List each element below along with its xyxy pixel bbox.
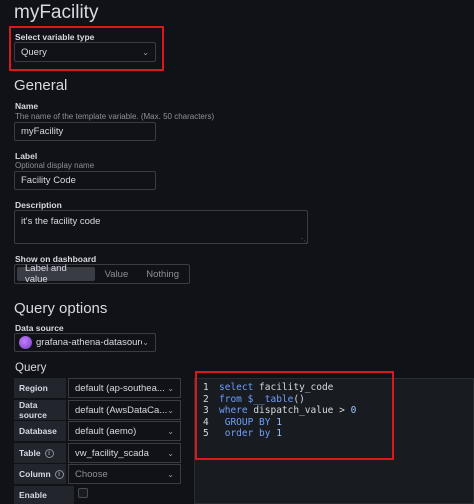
name-description: The name of the template variable. (Max.… [15, 112, 215, 121]
table-select[interactable]: vw_facility_scada ⌄ [68, 443, 181, 463]
athena-datasource-icon [19, 336, 32, 349]
column-placeholder: Choose [75, 468, 108, 480]
catalog-select[interactable]: default (AwsDataCa... ⌄ [68, 400, 181, 420]
database-value: default (aemo) [75, 425, 137, 437]
radio-label-and-value[interactable]: Label and value [17, 263, 95, 285]
database-label: Database [14, 421, 66, 441]
name-input[interactable]: myFacility [14, 122, 156, 141]
chevron-down-icon: ⌄ [167, 448, 174, 458]
info-icon[interactable]: i [44, 448, 54, 458]
region-value: default (ap-southea... [75, 382, 165, 394]
resize-handle-icon[interactable]: ⋱ [301, 237, 308, 245]
name-label: Name [15, 101, 39, 111]
description-label: Description [15, 200, 62, 210]
show-on-dashboard-radio-group: Label and value Value Nothing [14, 263, 190, 285]
database-select[interactable]: default (aemo) ⌄ [68, 421, 181, 441]
chevron-down-icon: ⌄ [167, 383, 174, 393]
query-options-heading: Query options [14, 300, 108, 317]
radio-nothing[interactable]: Nothing [138, 267, 187, 281]
page-title: myFacility [14, 2, 99, 23]
catalog-value: default (AwsDataCa... [75, 404, 168, 416]
general-heading: General [14, 77, 68, 94]
label-input[interactable]: Facility Code [14, 171, 156, 190]
table-value: vw_facility_scada [75, 447, 149, 459]
variable-type-label: Select variable type [15, 32, 95, 42]
label-field-label: Label [15, 151, 38, 161]
data-source-value: grafana-athena-datasource [36, 337, 143, 348]
radio-value[interactable]: Value [97, 267, 137, 281]
region-label: Region [14, 378, 66, 398]
description-textarea[interactable]: it's the facility code [14, 210, 308, 244]
table-label: Table i [14, 443, 66, 463]
variable-type-value: Query [21, 46, 47, 58]
column-select[interactable]: Choose ⌄ [68, 464, 181, 484]
code-highlight [195, 371, 394, 460]
enable-checkbox[interactable] [78, 488, 88, 498]
data-source-select[interactable]: grafana-athena-datasource ⌄ [14, 333, 156, 352]
description-value: it's the facility code [21, 216, 101, 227]
table-label-text: Table [19, 448, 41, 458]
chevron-down-icon: ⌄ [167, 405, 174, 415]
region-select[interactable]: default (ap-southea... ⌄ [68, 378, 181, 398]
column-label-text: Column [19, 469, 51, 479]
enable-label: Enable [14, 486, 74, 504]
chevron-down-icon: ⌄ [167, 469, 174, 479]
chevron-down-icon: ⌄ [142, 47, 149, 57]
chevron-down-icon: ⌄ [167, 426, 174, 436]
datasource-row-label: Data source [14, 400, 66, 420]
column-label: Column i [14, 464, 66, 484]
data-source-label: Data source [15, 323, 64, 333]
chevron-down-icon: ⌄ [142, 338, 149, 347]
label-field-description: Optional display name [15, 161, 95, 170]
info-icon[interactable]: i [54, 469, 64, 479]
variable-type-select[interactable]: Query ⌄ [14, 42, 156, 62]
query-label: Query [15, 362, 47, 374]
